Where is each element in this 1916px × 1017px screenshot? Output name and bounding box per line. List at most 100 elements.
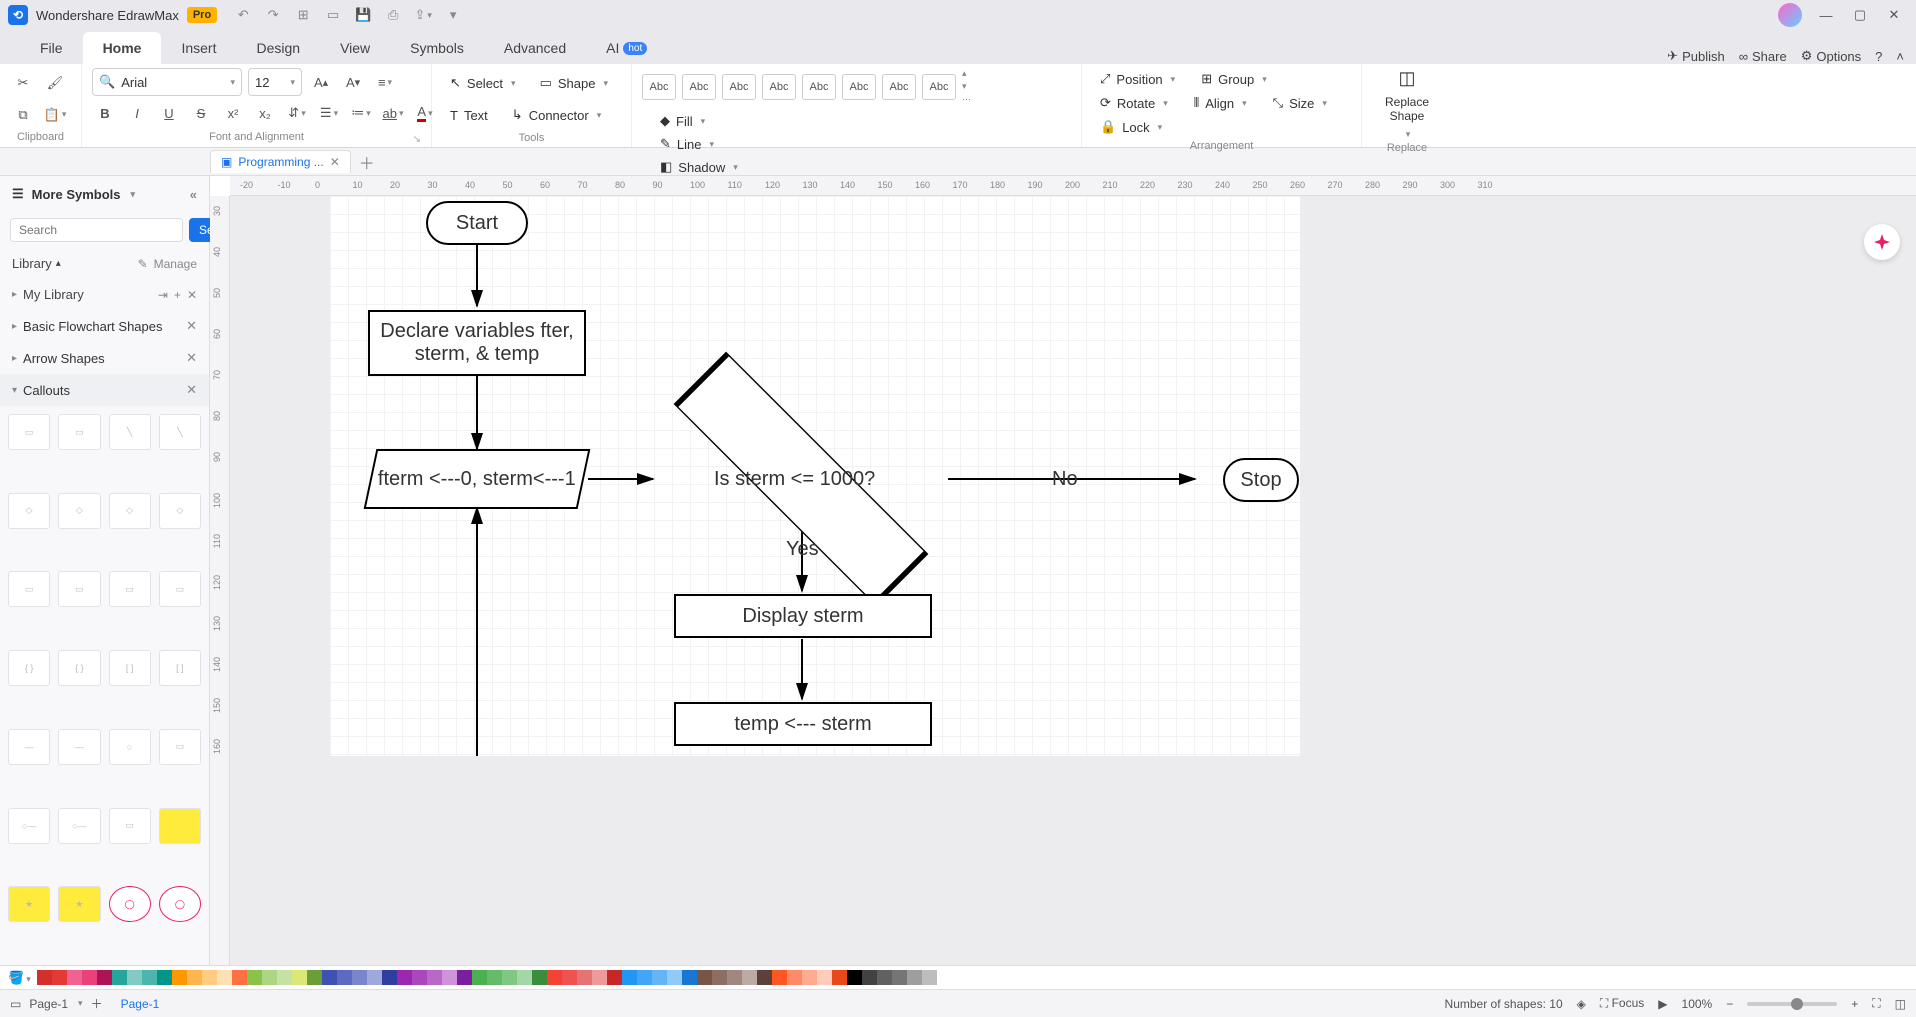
color-swatch[interactable] bbox=[832, 970, 847, 985]
bold-button[interactable]: B bbox=[92, 100, 118, 126]
color-swatch[interactable] bbox=[562, 970, 577, 985]
canvas[interactable]: Start Declare variables fter, sterm, & t… bbox=[230, 196, 1916, 965]
flowchart-stop[interactable]: Stop bbox=[1223, 458, 1299, 502]
callout-item[interactable]: ○— bbox=[58, 808, 100, 844]
color-swatch[interactable] bbox=[217, 970, 232, 985]
color-swatch[interactable] bbox=[322, 970, 337, 985]
color-swatch[interactable] bbox=[187, 970, 202, 985]
flowchart-declare[interactable]: Declare variables fter, sterm, & temp bbox=[368, 310, 586, 376]
cut-button[interactable]: ✂ bbox=[10, 70, 36, 96]
color-swatch[interactable] bbox=[127, 970, 142, 985]
ai-assistant-button[interactable] bbox=[1864, 224, 1900, 260]
color-swatch[interactable] bbox=[247, 970, 262, 985]
callout-item[interactable]: ▭ bbox=[159, 571, 201, 607]
color-swatch[interactable] bbox=[847, 970, 862, 985]
add-tab-button[interactable]: ＋ bbox=[359, 150, 375, 174]
underline-button[interactable]: U bbox=[156, 100, 182, 126]
export-button[interactable]: ⇪▾ bbox=[413, 5, 433, 25]
color-swatch[interactable] bbox=[592, 970, 607, 985]
callout-item[interactable]: ▭ bbox=[58, 414, 100, 450]
color-swatch[interactable] bbox=[757, 970, 772, 985]
library-label[interactable]: Library bbox=[12, 256, 52, 271]
help-button[interactable]: ? bbox=[1875, 49, 1882, 64]
color-swatch[interactable] bbox=[472, 970, 487, 985]
callout-item[interactable]: ▭ bbox=[58, 571, 100, 607]
callout-item[interactable]: ◇ bbox=[159, 493, 201, 529]
callout-item[interactable]: — bbox=[58, 729, 100, 765]
line-button[interactable]: ✎ Line▾ bbox=[652, 134, 746, 154]
color-swatch[interactable] bbox=[367, 970, 382, 985]
tab-insert[interactable]: Insert bbox=[161, 32, 236, 64]
gallery-more-button[interactable]: ⋯ bbox=[962, 94, 971, 105]
page-select[interactable]: Page-1 bbox=[29, 997, 68, 1011]
color-swatch[interactable] bbox=[277, 970, 292, 985]
callout-item[interactable]: ▭ bbox=[8, 571, 50, 607]
section-arrow-shapes[interactable]: ▸Arrow Shapes✕ bbox=[0, 342, 209, 374]
color-swatch[interactable] bbox=[427, 970, 442, 985]
import-library-button[interactable]: ⇥ bbox=[158, 288, 168, 302]
gallery-up-button[interactable]: ▴ bbox=[962, 68, 971, 79]
color-swatch[interactable] bbox=[397, 970, 412, 985]
paste-button[interactable]: 📋▾ bbox=[42, 102, 68, 128]
style-swatch-4[interactable]: Abc bbox=[762, 74, 796, 100]
tab-file[interactable]: File bbox=[20, 32, 83, 64]
close-button[interactable]: ✕ bbox=[1880, 3, 1908, 27]
fill-bucket-icon[interactable]: 🪣▾ bbox=[8, 970, 31, 986]
tab-symbols[interactable]: Symbols bbox=[390, 32, 484, 64]
color-swatch[interactable] bbox=[862, 970, 877, 985]
callout-item[interactable]: ◇ bbox=[109, 493, 151, 529]
color-swatch[interactable] bbox=[682, 970, 697, 985]
tab-ai[interactable]: AI hot bbox=[586, 32, 667, 64]
color-swatch[interactable] bbox=[607, 970, 622, 985]
bullets-button[interactable]: ≔▾ bbox=[348, 100, 374, 126]
fit-page-button[interactable]: ⛶ bbox=[1872, 996, 1880, 1011]
my-library[interactable]: My Library bbox=[23, 287, 84, 302]
color-swatch[interactable] bbox=[82, 970, 97, 985]
color-swatch[interactable] bbox=[907, 970, 922, 985]
user-avatar[interactable] bbox=[1778, 3, 1802, 27]
color-swatch[interactable] bbox=[742, 970, 757, 985]
callout-item[interactable]: ▭ bbox=[8, 414, 50, 450]
color-swatch[interactable] bbox=[382, 970, 397, 985]
size-button[interactable]: ⤡ Size▾ bbox=[1265, 92, 1335, 114]
color-swatch[interactable] bbox=[817, 970, 832, 985]
color-swatch[interactable] bbox=[787, 970, 802, 985]
color-swatch[interactable] bbox=[307, 970, 322, 985]
callout-item[interactable]: [ ] bbox=[109, 650, 151, 686]
tab-view[interactable]: View bbox=[320, 32, 390, 64]
flowchart-init[interactable]: fterm <---0, sterm<---1 bbox=[364, 449, 591, 509]
color-swatch[interactable] bbox=[712, 970, 727, 985]
shape-tool[interactable]: ▭ Shape ▾ bbox=[532, 68, 616, 98]
fill-button[interactable]: ◆ Fill▾ bbox=[652, 111, 746, 131]
color-swatch[interactable] bbox=[112, 970, 127, 985]
color-swatch[interactable] bbox=[262, 970, 277, 985]
maximize-button[interactable]: ▢ bbox=[1846, 3, 1874, 27]
callout-item[interactable]: ◇ bbox=[8, 493, 50, 529]
drawing-page[interactable]: Start Declare variables fter, sterm, & t… bbox=[330, 196, 1300, 756]
tab-home[interactable]: Home bbox=[83, 32, 162, 64]
style-swatch-3[interactable]: Abc bbox=[722, 74, 756, 100]
italic-button[interactable]: I bbox=[124, 100, 150, 126]
color-swatch[interactable] bbox=[142, 970, 157, 985]
format-painter-button[interactable]: 🖌 bbox=[42, 70, 68, 96]
color-swatch[interactable] bbox=[232, 970, 247, 985]
page-nav-icon[interactable]: ▭ bbox=[10, 997, 21, 1011]
position-button[interactable]: ⤢ Position▾ bbox=[1092, 68, 1183, 90]
style-swatch-5[interactable]: Abc bbox=[802, 74, 836, 100]
focus-button[interactable]: ⛶ Focus bbox=[1600, 996, 1644, 1011]
gallery-down-button[interactable]: ▾ bbox=[962, 81, 971, 92]
grow-font-button[interactable]: A▴ bbox=[308, 69, 334, 95]
callout-item[interactable]: { } bbox=[58, 650, 100, 686]
font-size-select[interactable]: 12▾ bbox=[248, 68, 302, 96]
replace-shape-button[interactable]: ◫ Replace Shape ▾ bbox=[1372, 68, 1442, 140]
callout-item[interactable]: ◯ bbox=[109, 886, 151, 922]
callout-item[interactable]: — bbox=[8, 729, 50, 765]
zoom-level[interactable]: 100% bbox=[1682, 997, 1713, 1011]
align-text-button[interactable]: ≡▾ bbox=[372, 69, 398, 95]
zoom-out-button[interactable]: − bbox=[1726, 997, 1733, 1011]
fit-width-button[interactable]: ◫ bbox=[1895, 997, 1906, 1011]
rotate-button[interactable]: ⟳ Rotate▾ bbox=[1092, 92, 1176, 114]
tab-advanced[interactable]: Advanced bbox=[484, 32, 586, 64]
color-swatch[interactable] bbox=[292, 970, 307, 985]
save-button[interactable]: 💾 bbox=[353, 5, 373, 25]
